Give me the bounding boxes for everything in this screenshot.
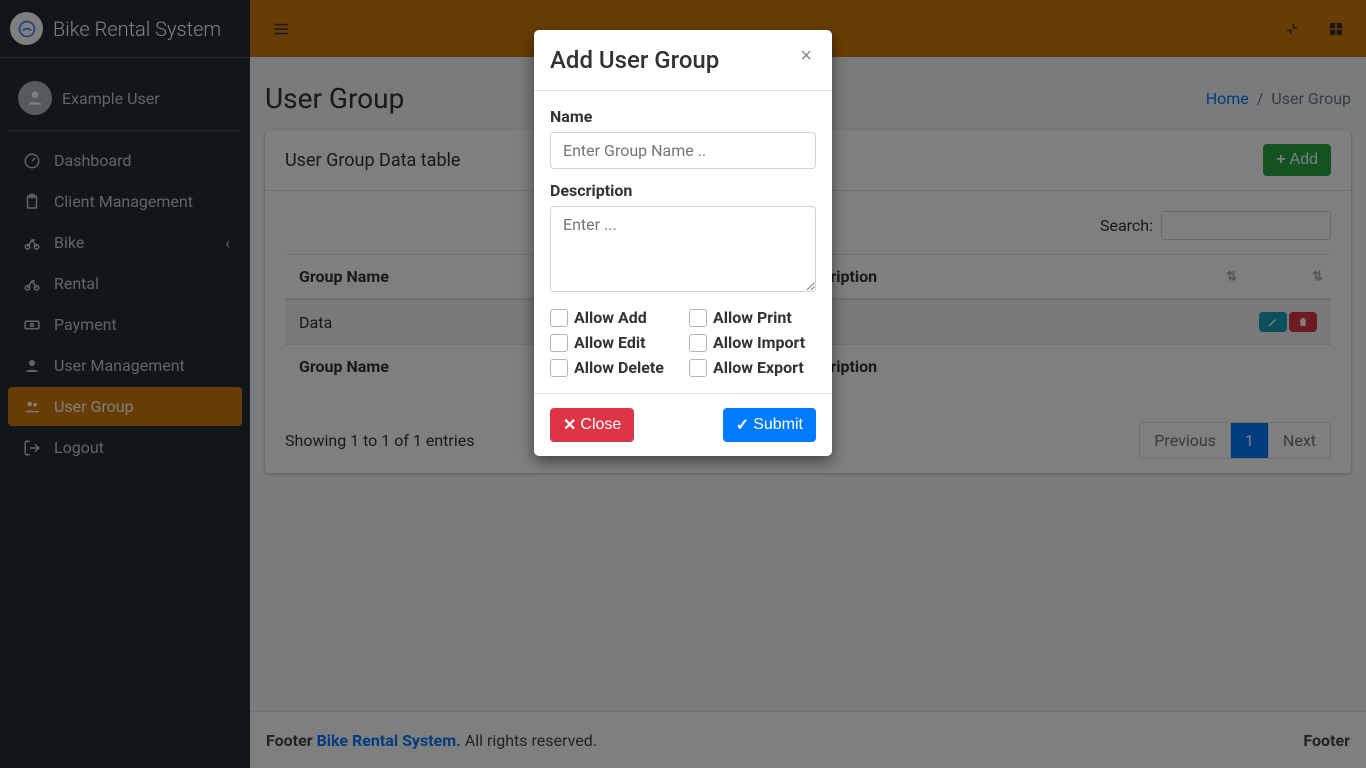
allow-delete-checkbox[interactable] [550, 359, 568, 377]
perm-label: Allow Print [713, 308, 792, 327]
modal-title: Add User Group [550, 46, 719, 74]
perm-label: Allow Import [713, 333, 805, 352]
close-icon[interactable]: × [796, 46, 816, 66]
group-name-input[interactable] [550, 132, 816, 169]
permissions-grid: Allow Add Allow Print Allow Edit Allow I… [550, 308, 816, 377]
name-label: Name [550, 107, 816, 126]
allow-add-checkbox[interactable] [550, 309, 568, 327]
perm-label: Allow Add [574, 308, 647, 327]
close-button[interactable]: ✕ Close [550, 408, 634, 442]
times-icon: ✕ [563, 415, 576, 435]
check-icon: ✓ [736, 415, 749, 435]
allow-edit-checkbox[interactable] [550, 334, 568, 352]
description-label: Description [550, 181, 816, 200]
modal-body: Name Description Allow Add Allow Print A… [534, 91, 832, 393]
perm-label: Allow Edit [574, 333, 645, 352]
allow-import-checkbox[interactable] [689, 334, 707, 352]
close-button-label: Close [580, 416, 621, 434]
description-textarea[interactable] [550, 206, 816, 292]
add-user-group-modal: Add User Group × Name Description Allow … [534, 30, 832, 456]
perm-label: Allow Export [713, 358, 804, 377]
modal-header: Add User Group × [534, 30, 832, 91]
allow-export-checkbox[interactable] [689, 359, 707, 377]
allow-print-checkbox[interactable] [689, 309, 707, 327]
submit-button[interactable]: ✓ Submit [723, 408, 816, 442]
modal-footer: ✕ Close ✓ Submit [534, 393, 832, 456]
perm-label: Allow Delete [574, 358, 664, 377]
submit-button-label: Submit [753, 416, 803, 434]
